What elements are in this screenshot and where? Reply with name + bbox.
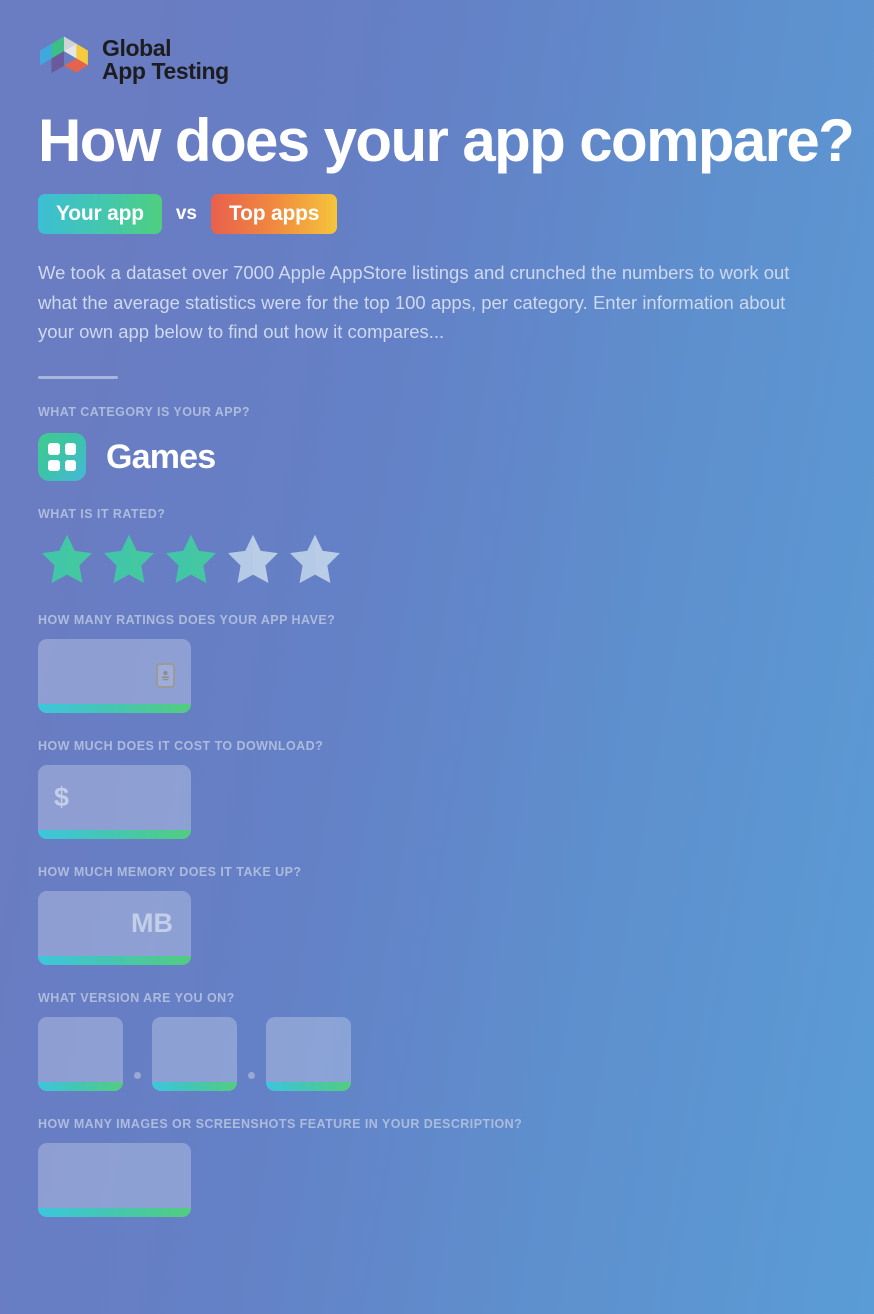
screenshots-input[interactable] — [38, 1143, 191, 1218]
version-major-wrap[interactable] — [38, 1017, 123, 1092]
id-badge-icon — [156, 663, 175, 689]
brand-wordmark: Global App Testing — [102, 34, 229, 84]
memory-input[interactable] — [38, 891, 191, 966]
category-value: Games — [106, 437, 216, 476]
version-minor-input[interactable] — [152, 1017, 237, 1092]
version-minor-wrap[interactable] — [152, 1017, 237, 1092]
page-root: Global App Testing How does your app com… — [0, 0, 874, 1314]
version-separator-dot-2 — [248, 1072, 255, 1080]
star-icon-3[interactable] — [162, 531, 220, 587]
vs-label: vs — [175, 203, 197, 225]
brand-line-2: App Testing — [102, 58, 229, 84]
field-category: WHAT CATEGORY IS YOUR APP? Games — [38, 405, 836, 482]
field-version: WHAT VERSION ARE YOU ON? — [38, 991, 836, 1092]
section-divider — [38, 376, 118, 380]
brand-line-1: Global — [102, 34, 172, 61]
field-label-version: WHAT VERSION ARE YOU ON? — [38, 991, 235, 1006]
version-inputs — [38, 1017, 836, 1092]
comparison-badges: Your app vs Top apps — [38, 194, 836, 235]
star-icon-1[interactable] — [38, 531, 96, 587]
field-ratings-count: HOW MANY RATINGS DOES YOUR APP HAVE? — [38, 613, 836, 714]
field-memory: HOW MUCH MEMORY DOES IT TAKE UP? MB — [38, 865, 836, 966]
hexagon-logo-icon — [38, 34, 90, 86]
star-icon-2[interactable] — [100, 531, 158, 587]
badge-your-app: Your app — [38, 194, 162, 235]
field-label-rating: WHAT IS IT RATED? — [38, 507, 166, 522]
field-label-memory: HOW MUCH MEMORY DOES IT TAKE UP? — [38, 865, 302, 880]
field-price: HOW MUCH DOES IT COST TO DOWNLOAD? $ — [38, 739, 836, 840]
version-separator-dot-1 — [134, 1072, 141, 1080]
brand-logo[interactable]: Global App Testing — [38, 32, 836, 88]
category-selector[interactable]: Games — [38, 433, 836, 482]
star-icon-5[interactable] — [286, 531, 344, 587]
memory-input-wrap[interactable]: MB — [38, 891, 191, 966]
field-label-ratings-count: HOW MANY RATINGS DOES YOUR APP HAVE? — [38, 613, 336, 628]
star-rating[interactable] — [38, 531, 836, 587]
price-input-wrap[interactable]: $ — [38, 765, 191, 840]
intro-paragraph: We took a dataset over 7000 Apple AppSto… — [38, 262, 790, 342]
field-label-category: WHAT CATEGORY IS YOUR APP? — [38, 405, 250, 420]
version-major-input[interactable] — [38, 1017, 123, 1092]
ratings-count-input-wrap[interactable] — [38, 639, 191, 714]
version-patch-input[interactable] — [266, 1017, 351, 1092]
field-screenshots: HOW MANY IMAGES OR SCREENSHOTS FEATURE I… — [38, 1117, 836, 1218]
screenshots-input-wrap[interactable] — [38, 1143, 191, 1218]
field-label-screenshots: HOW MANY IMAGES OR SCREENSHOTS FEATURE I… — [38, 1117, 523, 1132]
grid-apps-icon — [38, 433, 86, 482]
field-rating: WHAT IS IT RATED? — [38, 507, 836, 587]
star-icon-4[interactable] — [224, 531, 282, 587]
page-title: How does your app compare? — [38, 107, 855, 174]
field-label-price: HOW MUCH DOES IT COST TO DOWNLOAD? — [38, 739, 324, 754]
price-input[interactable] — [38, 765, 191, 840]
badge-top-apps: Top apps — [211, 194, 338, 235]
version-patch-wrap[interactable] — [266, 1017, 351, 1092]
